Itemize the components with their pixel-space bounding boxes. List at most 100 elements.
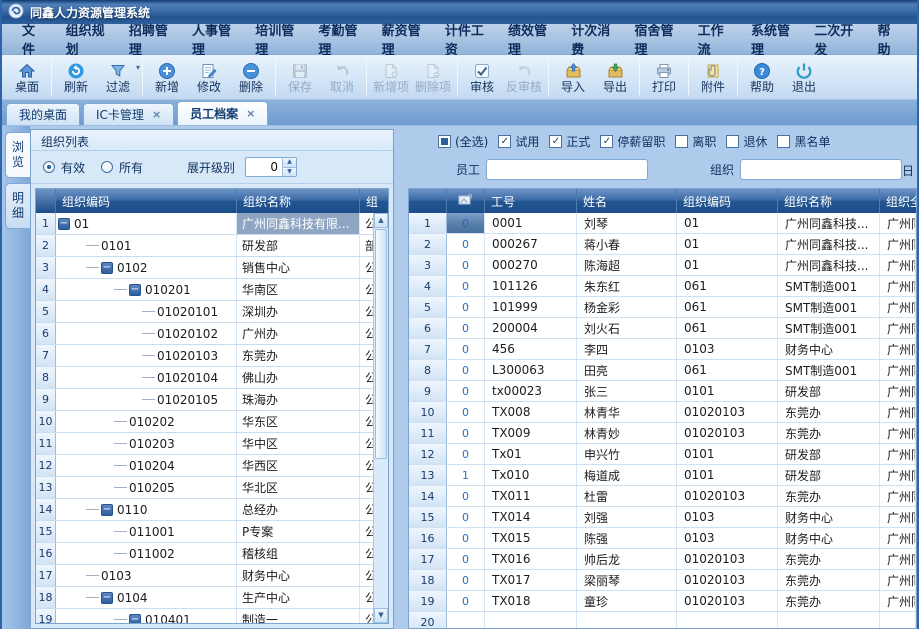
filter-probation[interactable]: ✓试用 [498, 133, 539, 150]
stepper-down-icon[interactable]: ▼ [283, 167, 296, 177]
table-row[interactable]: 190TX018童珍01020103东莞办广州同 [409, 591, 916, 612]
menu-item[interactable]: 帮助 [865, 24, 909, 54]
table-row[interactable]: 120Tx01申兴竹0101研发部广州同 [409, 444, 916, 465]
tree-row[interactable]: 10010202华东区公 [36, 411, 373, 433]
table-row[interactable]: 30000270陈海超01广州同鑫科技...广州同 [409, 255, 916, 276]
tree-row[interactable]: 20101研发部部 [36, 235, 373, 257]
collapse-icon[interactable]: − [129, 614, 141, 624]
table-row[interactable]: 70456李四0103财务中心广州同 [409, 339, 916, 360]
tree-row[interactable]: 4−010201华南区公 [36, 279, 373, 301]
emp-orgcode-column-header[interactable]: 组织编码 [677, 189, 778, 213]
tree-row[interactable]: 901020105珠海办公 [36, 389, 373, 411]
tree-row[interactable]: 19−010401制造一公 [36, 609, 373, 623]
scroll-up-icon[interactable]: ▲ [374, 213, 388, 228]
tree-row[interactable]: 18−0104生产中心公 [36, 587, 373, 609]
toolbar-button-edit[interactable]: 修改 [188, 56, 230, 98]
menu-item[interactable]: 计次消费 [559, 24, 622, 54]
filter-suspended[interactable]: ✓停薪留职 [600, 133, 665, 150]
table-row[interactable]: 110TX009林青妙01020103东莞办广州同 [409, 423, 916, 444]
tree-row[interactable]: 15011001P专案公 [36, 521, 373, 543]
table-row[interactable]: 100001刘琴01广州同鑫科技...广州同 [409, 213, 916, 234]
emp-orgname-column-header[interactable]: 组织名称 [778, 189, 880, 213]
menu-item[interactable]: 系统管理 [739, 24, 802, 54]
table-row[interactable]: 150TX014刘强0103财务中心广州同 [409, 507, 916, 528]
tab-employee-archive[interactable]: 员工档案× [177, 101, 268, 125]
tree-row[interactable]: 601020102广州办公 [36, 323, 373, 345]
table-row[interactable]: 180TX017梁丽琴01020103东莞办广州同 [409, 570, 916, 591]
toolbar-button-filter[interactable]: 过滤▾ [97, 56, 139, 98]
table-row[interactable]: 90tx00023张三0101研发部广州同 [409, 381, 916, 402]
table-row[interactable]: 20000267蒋小春01广州同鑫科技...广州同 [409, 234, 916, 255]
table-row[interactable]: 160TX015陈强0103财务中心广州同 [409, 528, 916, 549]
stepper-up-icon[interactable]: ▲ [283, 158, 296, 167]
table-row[interactable]: 40101126朱东红061SMT制造001广州同 [409, 276, 916, 297]
tree-row[interactable]: 801020104佛山办公 [36, 367, 373, 389]
menu-item[interactable]: 组织规划 [54, 24, 117, 54]
close-icon[interactable]: × [246, 109, 255, 119]
badge-column-header[interactable] [447, 189, 485, 213]
toolbar-button-attachment[interactable]: 附件 [692, 56, 734, 98]
menu-item[interactable]: 薪资管理 [370, 24, 433, 54]
toolbar-button-export[interactable]: 导出 [594, 56, 636, 98]
tree-row[interactable]: 701020103东莞办公 [36, 345, 373, 367]
tree-row[interactable]: 11010203华中区公 [36, 433, 373, 455]
toolbar-button-add[interactable]: 新增 [146, 56, 188, 98]
collapse-icon[interactable]: − [101, 504, 113, 516]
menu-item[interactable]: 招聘管理 [117, 24, 180, 54]
tree-row[interactable]: 3−0102销售中心公 [36, 257, 373, 279]
menu-item[interactable]: 二次开发 [802, 24, 865, 54]
toolbar-button-exit[interactable]: 退出 [783, 56, 825, 98]
table-row[interactable]: 140TX011杜雷01020103东莞办广州同 [409, 486, 916, 507]
toolbar-button-refresh[interactable]: 刷新 [55, 56, 97, 98]
tree-row[interactable]: 501020101深圳办公 [36, 301, 373, 323]
tab-my-desktop[interactable]: 我的桌面 [6, 103, 80, 125]
toolbar-button-import[interactable]: 导入 [552, 56, 594, 98]
dropdown-caret-icon[interactable]: ▾ [136, 63, 140, 72]
emp-name-column-header[interactable]: 姓名 [577, 189, 677, 213]
filter-select-all[interactable]: (全选) [438, 133, 488, 150]
table-row[interactable]: 60200004刘火石061SMT制造001广州同 [409, 318, 916, 339]
tree-row[interactable]: 12010204华西区公 [36, 455, 373, 477]
menu-item[interactable]: 人事管理 [180, 24, 243, 54]
filter-regular[interactable]: ✓正式 [549, 133, 590, 150]
tree-row[interactable]: 170103财务中心公 [36, 565, 373, 587]
side-tab-detail[interactable]: 明细 [5, 183, 30, 229]
collapse-icon[interactable]: − [129, 284, 141, 296]
emp-id-column-header[interactable]: 工号 [485, 189, 577, 213]
table-row[interactable]: 170TX016帅后龙01020103东莞办广州同 [409, 549, 916, 570]
side-tab-browse[interactable]: 浏览 [5, 132, 30, 178]
emp-orgfull-column-header[interactable]: 组织全 [880, 189, 916, 213]
toolbar-button-audit[interactable]: 审核 [461, 56, 503, 98]
panel-splitter[interactable] [394, 126, 408, 629]
expand-level-stepper[interactable]: 0 ▲ ▼ [245, 157, 297, 177]
scroll-down-icon[interactable]: ▼ [374, 608, 388, 623]
toolbar-button-delete[interactable]: 删除 [230, 56, 272, 98]
table-row[interactable]: 20 [409, 612, 916, 628]
collapse-icon[interactable]: − [101, 592, 113, 604]
radio-all[interactable] [101, 161, 113, 173]
menu-item[interactable]: 工作流 [686, 24, 739, 54]
table-row[interactable]: 50101999杨金彩061SMT制造001广州同 [409, 297, 916, 318]
radio-valid[interactable] [43, 161, 55, 173]
scrollbar-track[interactable] [374, 460, 388, 608]
expand-level-value[interactable]: 0 [246, 158, 282, 176]
tree-row[interactable]: 13010205华北区公 [36, 477, 373, 499]
menu-item[interactable]: 培训管理 [243, 24, 306, 54]
filter-resigned[interactable]: 离职 [675, 133, 716, 150]
menu-item[interactable]: 考勤管理 [306, 24, 369, 54]
tree-row[interactable]: 14−0110总经办公 [36, 499, 373, 521]
org-name-column-header[interactable]: 组织名称 [237, 189, 360, 213]
table-row[interactable]: 100TX008林青华01020103东莞办广州同 [409, 402, 916, 423]
tree-row[interactable]: 16011002稽核组公 [36, 543, 373, 565]
scrollbar-thumb[interactable] [375, 229, 387, 459]
menu-item[interactable]: 绩效管理 [496, 24, 559, 54]
toolbar-button-help[interactable]: ?帮助 [741, 56, 783, 98]
tree-row[interactable]: 1−01广州同鑫科技有限...公 [36, 213, 373, 235]
toolbar-button-print[interactable]: 打印 [643, 56, 685, 98]
org-tree-scrollbar[interactable]: ▲ ▼ [373, 213, 388, 623]
filter-retired[interactable]: 退休 [726, 133, 767, 150]
collapse-icon[interactable]: − [101, 262, 113, 274]
org-code-column-header[interactable]: 组织编码 [56, 189, 237, 213]
table-row[interactable]: 131Tx010梅道成0101研发部广州同 [409, 465, 916, 486]
org-search-input[interactable] [740, 159, 902, 180]
